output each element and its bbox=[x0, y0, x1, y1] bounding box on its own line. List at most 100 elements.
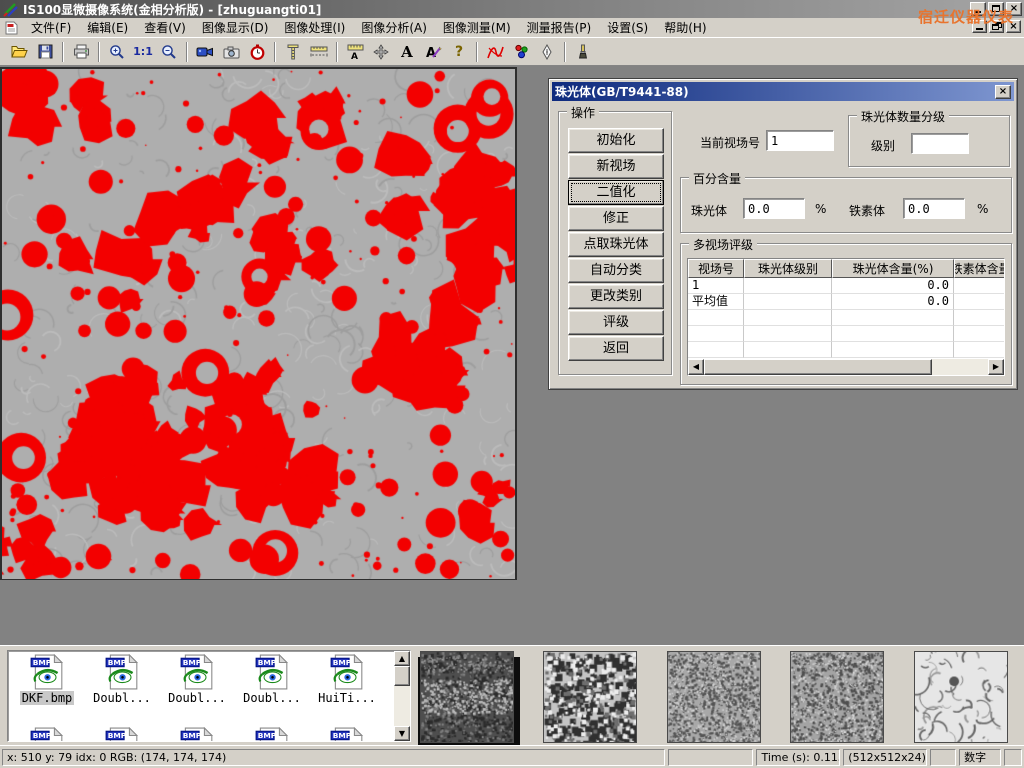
caliper-measure-button[interactable] bbox=[280, 40, 306, 64]
current-field-label: 当前视场号 bbox=[700, 134, 760, 151]
save-button[interactable] bbox=[32, 40, 58, 64]
open-file-button[interactable] bbox=[6, 40, 32, 64]
file-item[interactable]: BMP Doubl... bbox=[160, 654, 234, 705]
change-class-button[interactable]: 更改类别 bbox=[568, 284, 664, 309]
close-button[interactable]: × bbox=[1006, 2, 1022, 16]
mdi-restore-button[interactable] bbox=[989, 20, 1004, 33]
auto-classify-button[interactable]: 自动分类 bbox=[568, 258, 664, 283]
file-name[interactable]: DKF.bmp bbox=[20, 691, 75, 705]
ruler-measure-button[interactable] bbox=[306, 40, 332, 64]
brush-tool-button[interactable] bbox=[570, 40, 596, 64]
scroll-right-button[interactable]: ▶ bbox=[988, 359, 1004, 375]
return-button[interactable]: 返回 bbox=[568, 336, 664, 361]
move-tool-button[interactable] bbox=[368, 40, 394, 64]
thumbnail-4[interactable] bbox=[790, 651, 884, 743]
bmp-file-icon: BMP bbox=[329, 654, 365, 690]
file-list-scrollbar[interactable]: ▲ ▼ bbox=[394, 651, 410, 741]
phase-marker-button[interactable] bbox=[508, 40, 534, 64]
bmp-file-icon: BMP bbox=[179, 727, 215, 742]
menu-item-image-analysis[interactable]: 图像分析(A) bbox=[353, 17, 435, 39]
ferrite-input[interactable] bbox=[903, 198, 965, 219]
menu-item-image-processing[interactable]: 图像处理(I) bbox=[276, 17, 353, 39]
file-item-partial[interactable]: BMP bbox=[160, 727, 234, 742]
move-cross-icon bbox=[373, 44, 389, 60]
file-item[interactable]: BMP Doubl... bbox=[235, 654, 309, 705]
file-item[interactable]: BMP HuiTi... bbox=[310, 654, 384, 705]
menu-item-image-display[interactable]: 图像显示(D) bbox=[194, 17, 277, 39]
menu-item-file[interactable]: 文件(F) bbox=[23, 17, 79, 39]
toolbar-separator bbox=[564, 42, 566, 62]
styled-text-button[interactable]: A bbox=[420, 40, 446, 64]
calibration-button[interactable]: A bbox=[342, 40, 368, 64]
file-name[interactable]: HuiTi... bbox=[316, 691, 378, 705]
maximize-button[interactable] bbox=[988, 2, 1004, 16]
minimize-button[interactable] bbox=[970, 2, 986, 16]
scroll-down-button[interactable]: ▼ bbox=[394, 726, 410, 741]
grade-group: 珠光体数量分级 级别 bbox=[848, 115, 1010, 167]
new-field-button[interactable]: 新视场 bbox=[568, 154, 664, 179]
menu-item-measure-report[interactable]: 测量报告(P) bbox=[519, 17, 600, 39]
file-item[interactable]: BMP DKF.bmp bbox=[10, 654, 84, 705]
table-h-scrollbar[interactable]: ◀ ▶ bbox=[688, 359, 1004, 375]
bmp-file-icon: BMP bbox=[104, 727, 140, 742]
scroll-track[interactable] bbox=[932, 359, 988, 375]
grade-button[interactable]: 评级 bbox=[568, 310, 664, 335]
current-field-input[interactable] bbox=[766, 130, 834, 151]
menu-item-edit[interactable]: 编辑(E) bbox=[79, 17, 136, 39]
dialog-title-bar[interactable]: 珠光体(GB/T9441-88) × bbox=[552, 82, 1014, 101]
video-capture-button[interactable] bbox=[192, 40, 218, 64]
menu-item-settings[interactable]: 设置(S) bbox=[599, 17, 656, 39]
file-name[interactable]: Doubl... bbox=[91, 691, 153, 705]
horizontal-ruler-icon bbox=[310, 46, 328, 58]
file-name[interactable]: Doubl... bbox=[166, 691, 228, 705]
mdi-minimize-button[interactable] bbox=[972, 20, 987, 33]
arrow-up-icon: ▲ bbox=[399, 654, 405, 663]
toolbar: 1:1 bbox=[0, 38, 1024, 66]
menu-item-help[interactable]: 帮助(H) bbox=[656, 17, 714, 39]
thumbnail-1[interactable] bbox=[420, 651, 514, 743]
mdi-close-button[interactable]: × bbox=[1006, 20, 1021, 33]
menu-item-view[interactable]: 查看(V) bbox=[136, 17, 194, 39]
scroll-up-button[interactable]: ▲ bbox=[394, 651, 410, 666]
table-row[interactable]: 平均值 0.0 bbox=[688, 294, 1005, 310]
scroll-left-button[interactable]: ◀ bbox=[688, 359, 704, 375]
binarize-button[interactable]: 二值化 bbox=[568, 180, 664, 205]
correct-button[interactable]: 修正 bbox=[568, 206, 664, 231]
help-button[interactable]: ? bbox=[446, 40, 472, 64]
pearlite-input[interactable] bbox=[743, 198, 805, 219]
zoom-out-button[interactable] bbox=[156, 40, 182, 64]
status-time: Time (s): 0.113 bbox=[756, 749, 840, 766]
file-item-partial[interactable]: BMP bbox=[310, 727, 384, 742]
table-row[interactable]: 1 0.0 bbox=[688, 278, 1005, 294]
file-item-partial[interactable]: BMP bbox=[235, 727, 309, 742]
metallograph-image[interactable] bbox=[2, 69, 515, 579]
thumbnail-3[interactable] bbox=[667, 651, 761, 743]
grade-input[interactable] bbox=[911, 133, 969, 154]
document-icon bbox=[4, 21, 19, 35]
text-tool-button[interactable]: A bbox=[394, 40, 420, 64]
letter-a-icon: A bbox=[401, 43, 413, 61]
thumbnail-5[interactable] bbox=[914, 651, 1008, 743]
menu-bar: 文件(F) 编辑(E) 查看(V) 图像显示(D) 图像处理(I) 图像分析(A… bbox=[0, 18, 1024, 38]
timer-button[interactable] bbox=[244, 40, 270, 64]
close-icon: × bbox=[1007, 3, 1021, 15]
zoom-in-button[interactable] bbox=[104, 40, 130, 64]
pen-tool-button[interactable] bbox=[534, 40, 560, 64]
scroll-thumb[interactable] bbox=[704, 359, 932, 375]
file-item-partial[interactable]: BMP bbox=[85, 727, 159, 742]
menu-item-image-measure[interactable]: 图像测量(M) bbox=[435, 17, 519, 39]
file-name[interactable]: Doubl... bbox=[241, 691, 303, 705]
header-pearlite-grade: 珠光体级别 bbox=[744, 259, 832, 278]
scroll-thumb[interactable] bbox=[394, 666, 410, 686]
curve-tool-button[interactable] bbox=[482, 40, 508, 64]
snapshot-button[interactable] bbox=[218, 40, 244, 64]
toolbar-separator bbox=[336, 42, 338, 62]
file-item-partial[interactable]: BMP bbox=[10, 727, 84, 742]
actual-size-button[interactable]: 1:1 bbox=[130, 40, 156, 64]
init-button[interactable]: 初始化 bbox=[568, 128, 664, 153]
thumbnail-2[interactable] bbox=[543, 651, 637, 743]
pick-pearlite-button[interactable]: 点取珠光体 bbox=[568, 232, 664, 257]
file-item[interactable]: BMP Doubl... bbox=[85, 654, 159, 705]
print-button[interactable] bbox=[68, 40, 94, 64]
dialog-close-button[interactable]: × bbox=[995, 85, 1011, 99]
